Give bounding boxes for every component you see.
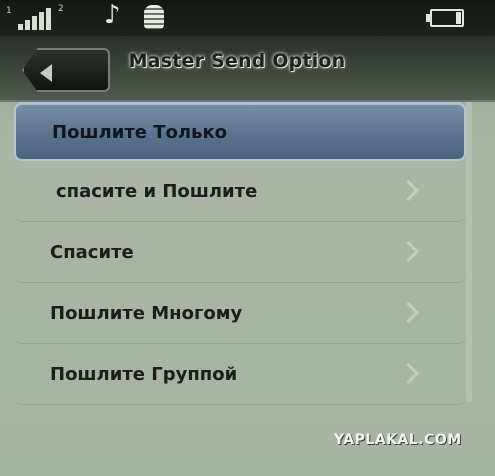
chevron-right-icon [397, 240, 420, 263]
phone-screen: 1 2 ♪ Master Send Option Пошлите Только … [0, 0, 495, 476]
menu-item-label: спасите и Пошлите [56, 181, 258, 202]
back-arrow-icon [40, 64, 52, 82]
battery-icon [426, 9, 464, 27]
menu-item-label: Пошлите Многому [50, 303, 243, 324]
signal-sim-number: 1 [6, 6, 12, 16]
menu-item-send-only[interactable]: Пошлите Только [14, 102, 466, 161]
menu-item-label: Пошлите Только [52, 122, 228, 143]
menu-item-send-to-many[interactable]: Пошлите Многому [14, 285, 466, 344]
keypad-lock-icon [144, 5, 164, 29]
send-option-list: Пошлите Только спасите и Пошлите Спасите… [14, 102, 466, 407]
menu-item-save-and-send[interactable]: спасите и Пошлите [14, 163, 466, 222]
chevron-right-icon [397, 301, 420, 324]
watermark: YAPLAKAL.COM [334, 432, 462, 448]
title-bar: Master Send Option [0, 36, 495, 102]
menu-item-send-to-group[interactable]: Пошлите Группой [14, 346, 466, 405]
signal-strength-icon [12, 6, 56, 30]
menu-item-save[interactable]: Спасите [14, 224, 466, 283]
menu-item-label: Спасите [50, 242, 134, 263]
status-bar: 1 2 ♪ [0, 0, 495, 36]
back-button[interactable] [22, 48, 110, 92]
menu-item-label: Пошлите Группой [50, 364, 238, 385]
page-title: Master Send Option [128, 50, 346, 72]
chevron-right-icon [397, 179, 420, 202]
scrollbar[interactable] [466, 102, 472, 402]
network-indicator: 2 [58, 4, 64, 14]
chevron-right-icon [397, 362, 420, 385]
music-note-icon: ♪ [104, 0, 121, 30]
